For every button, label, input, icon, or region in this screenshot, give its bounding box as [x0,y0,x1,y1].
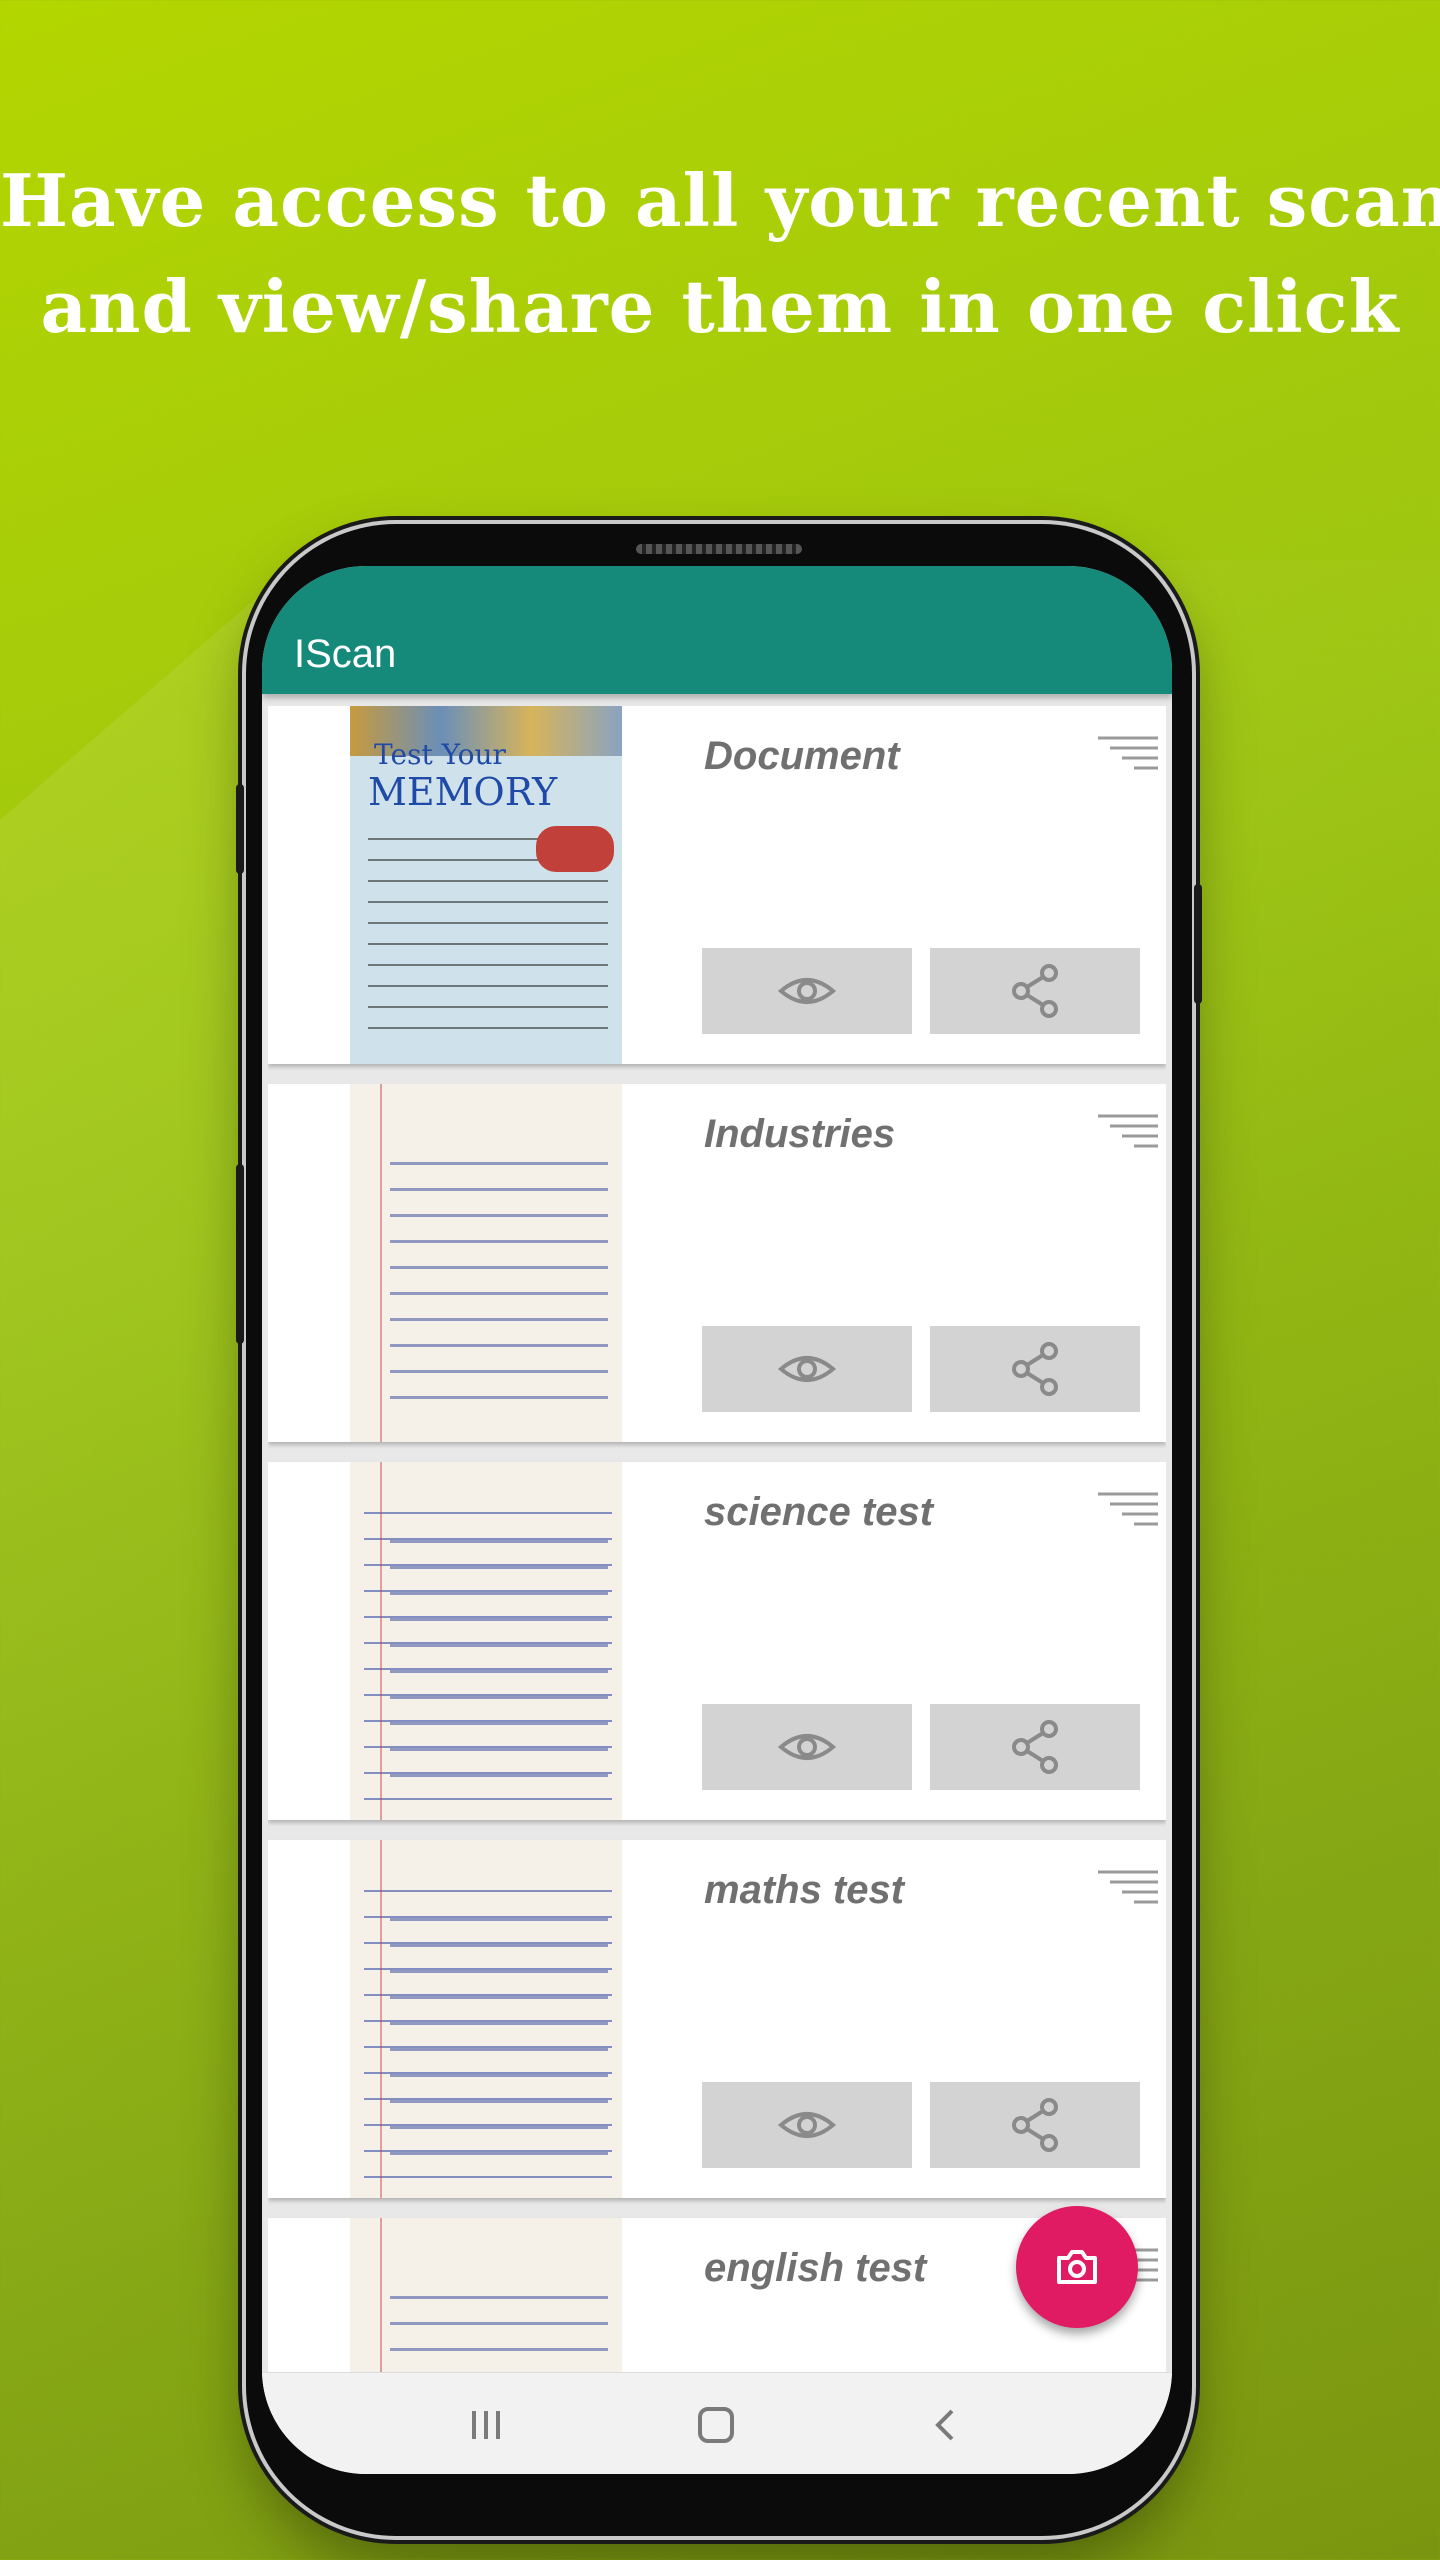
view-button[interactable] [702,1326,912,1412]
scan-title: english test [704,2246,927,2290]
share-button[interactable] [930,1704,1140,1790]
promo-headline: Have access to all your recent scans and… [0,148,1440,360]
nav-back-button[interactable] [918,2397,974,2453]
thumbnail-text: MEMORY [368,770,558,814]
sort-lines-icon[interactable] [1096,732,1160,776]
scan-card[interactable]: science test [268,1462,1166,1820]
scan-thumbnail[interactable] [350,1084,622,1442]
headline-line-2: and view/share them in one click [40,264,1400,349]
share-icon [1012,1720,1058,1774]
thumbnail-handwriting [390,1522,608,1800]
share-button[interactable] [930,2082,1140,2168]
scan-card[interactable]: Industries [268,1084,1166,1442]
sort-lines-icon[interactable] [1096,1866,1160,1910]
home-icon [698,2407,734,2443]
scan-card[interactable]: maths test [268,1840,1166,2198]
eye-icon [777,2112,837,2138]
eye-icon [777,978,837,1004]
thumbnail-text: Test Your [374,738,506,771]
scan-thumbnail[interactable]: Test Your MEMORY [350,706,622,1064]
eye-icon [777,1734,837,1760]
scan-thumbnail[interactable] [350,2218,622,2376]
thumbnail-handwriting [390,2278,608,2376]
phone-side-button-right [1194,884,1202,1004]
view-button[interactable] [702,1704,912,1790]
thumbnail-margin-line [380,2218,382,2376]
share-button[interactable] [930,948,1140,1034]
thumbnail-picture [536,826,614,872]
headline-line-1: Have access to all your recent scans [0,158,1440,243]
app-bar: IScan [262,566,1172,694]
thumbnail-handwriting [390,1900,608,2178]
back-icon [935,2409,954,2441]
camera-icon [1057,2250,1097,2284]
recents-icon [472,2411,500,2439]
share-icon [1012,2098,1058,2152]
scan-thumbnail[interactable] [350,1840,622,2198]
scan-card[interactable]: Test Your MEMORY Document [268,706,1166,1064]
phone-side-button-left [236,784,244,874]
thumbnail-margin-line [380,1084,382,1442]
share-button[interactable] [930,1326,1140,1412]
sort-lines-icon[interactable] [1096,1110,1160,1154]
nav-home-button[interactable] [688,2397,744,2453]
view-button[interactable] [702,2082,912,2168]
view-button[interactable] [702,948,912,1034]
thumbnail-handwriting [390,1144,608,1422]
eye-icon [777,1356,837,1382]
phone-screen: IScan Test Your MEMORY Document Industri… [262,566,1172,2474]
nav-recents-button[interactable] [458,2397,514,2453]
phone-side-button-left-2 [236,1164,244,1344]
scan-thumbnail[interactable] [350,1462,622,1820]
scan-title: science test [704,1490,934,1534]
sort-lines-icon[interactable] [1096,1488,1160,1532]
thumbnail-margin-line [380,1462,382,1820]
camera-fab-button[interactable] [1016,2206,1138,2328]
scan-list[interactable]: Test Your MEMORY Document Industries sci… [268,706,1166,2376]
scan-title: Industries [704,1112,896,1156]
app-title: IScan [294,632,397,676]
share-icon [1012,1342,1058,1396]
thumbnail-margin-line [380,1840,382,2198]
phone-speaker [636,544,802,554]
scan-title: maths test [704,1868,905,1912]
share-icon [1012,964,1058,1018]
scan-title: Document [704,734,900,778]
system-nav-bar [262,2372,1172,2474]
